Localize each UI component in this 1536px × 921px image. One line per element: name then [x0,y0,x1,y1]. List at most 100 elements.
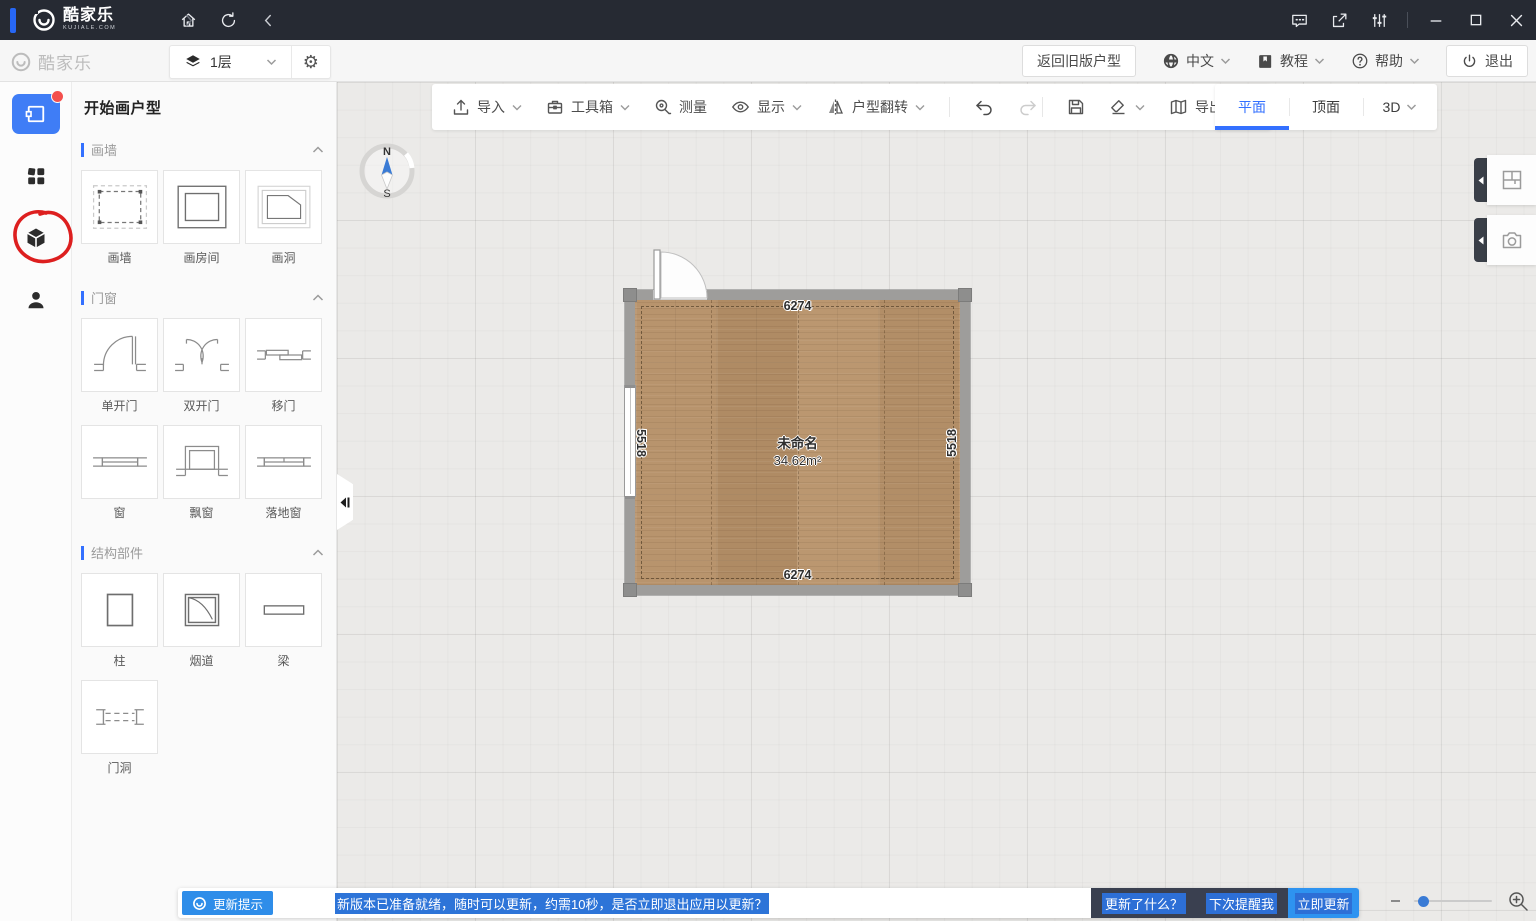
apps-icon [25,165,47,187]
floor-settings-button[interactable]: ⚙ [292,46,330,78]
settings-button[interactable] [1359,0,1399,40]
measure-button[interactable]: 测量 [654,97,707,117]
sidebar-item-3d-cube[interactable] [16,218,56,258]
tool-item-column[interactable]: 柱 [81,573,158,669]
wall-corner[interactable] [623,583,637,597]
flip-floorplan-button[interactable]: 户型翻转 [826,97,925,117]
sidebar-item-apps[interactable] [16,156,56,196]
tab-3d-view[interactable]: 3D [1363,84,1437,130]
nav-forward-button[interactable] [168,0,208,40]
section-header-doors-windows[interactable]: 门窗 [81,288,324,307]
update-now-button[interactable]: 立即更新 [1288,888,1359,918]
notification-message-area: 更新提示 新版本已准备就绪，随时可以更新，约需10秒，是否立即退出应用以更新？ [178,888,1091,918]
tool-item-bay-window[interactable]: 飘窗 [163,425,240,521]
nav-back-button[interactable] [248,0,288,40]
tab-plan-view[interactable]: 平面 [1215,84,1289,130]
feedback-button[interactable] [1279,0,1319,40]
flyout-collapse-tab[interactable] [1474,218,1487,262]
cube-3d-icon [24,226,48,250]
minimize-button[interactable] [1416,0,1456,40]
forward-icon [180,12,197,29]
active-tab-underline [1215,126,1289,130]
flyout-collapse-tab[interactable] [1474,158,1487,202]
tool-item-draw-wall[interactable]: 画墙 [81,170,158,266]
tutorial-menu[interactable]: 教程 [1257,51,1325,71]
tool-item-flue[interactable]: 烟道 [163,573,240,669]
room-name: 未命名 [625,432,970,452]
undo-icon [974,98,994,116]
update-badge-label: 更新提示 [213,894,263,913]
chevron-down-icon [1220,57,1231,65]
power-icon [1461,53,1478,70]
save-icon [1067,98,1085,116]
header-brand-text: 酷家乐 [38,49,92,74]
share-button[interactable] [1319,0,1359,40]
zoom-slider-handle[interactable] [1418,896,1429,907]
exit-button[interactable]: 退出 [1446,45,1528,77]
tool-item-sliding-door[interactable]: 移门 [245,318,322,414]
single-door[interactable] [649,241,711,303]
zoom-slider[interactable] [1414,900,1492,902]
measure-icon [654,98,672,116]
maximize-icon [1468,12,1484,28]
chevron-down-icon [512,104,522,111]
tool-item-label: 门洞 [81,759,158,776]
tab-label: 顶面 [1312,97,1340,117]
flue-icon [163,573,240,647]
logo-icon [192,896,207,911]
logo-icon [10,51,32,73]
sidebar-item-draw-floorplan[interactable] [12,94,60,134]
floor-selector[interactable]: 1层 [170,46,291,78]
layers-icon [184,53,202,71]
room-label[interactable]: 未命名 34.62m² [625,432,970,468]
back-to-old-version-label: 返回旧版户型 [1037,51,1121,71]
section-label: 画墙 [91,140,312,159]
snapshot-button[interactable] [1487,215,1536,265]
wall-corner[interactable] [958,583,972,597]
toolbar-separator [949,97,950,117]
view-tabbar: 平面 顶面 3D [1215,84,1437,130]
section-header-draw-wall[interactable]: 画墙 [81,140,324,159]
chevron-up-icon [312,294,324,302]
save-button[interactable] [1067,98,1085,116]
import-button[interactable]: 导入 [452,97,522,117]
chevron-down-icon [620,104,630,111]
floorplan[interactable]: 6274 6274 5518 5518 未命名 34.62m² [625,290,970,595]
remind-later-button[interactable]: 下次提醒我 [1206,893,1277,914]
notification-dot [51,90,64,103]
tool-item-window[interactable]: 窗 [81,425,158,521]
tool-item-label: 单开门 [81,397,158,414]
compass[interactable]: N S [358,142,416,200]
refresh-icon [219,11,238,30]
tool-item-draw-opening[interactable]: 画洞 [245,170,322,266]
canvas-toolbar: 导入 工具箱 测量 [432,84,1271,130]
zoom-out-button[interactable] [1391,900,1400,902]
toolbox-button[interactable]: 工具箱 [546,97,630,117]
canvas[interactable]: 导入 工具箱 测量 [337,82,1536,921]
tab-ceiling-view[interactable]: 顶面 [1289,84,1363,130]
close-button[interactable] [1496,0,1536,40]
help-menu[interactable]: 帮助 [1351,51,1420,71]
language-label: 中文 [1186,51,1214,71]
tool-item-floor-window[interactable]: 落地窗 [245,425,322,521]
section-label: 门窗 [91,288,312,307]
tool-item-door-opening[interactable]: 门洞 [81,680,158,776]
draw-tool-icon [25,104,47,124]
tool-item-double-door[interactable]: 双开门 [163,318,240,414]
tool-item-draw-room[interactable]: 画房间 [163,170,240,266]
zoom-in-icon[interactable] [1506,889,1530,913]
section-header-structure[interactable]: 结构部件 [81,543,324,562]
undo-button[interactable] [974,98,994,116]
refresh-button[interactable] [208,0,248,40]
floorplan-preview-button[interactable] [1487,155,1536,205]
back-to-old-version-button[interactable]: 返回旧版户型 [1022,45,1136,77]
whats-new-button[interactable]: 更新了什么？ [1102,893,1186,914]
tool-item-beam[interactable]: 梁 [245,573,322,669]
display-button[interactable]: 显示 [731,97,802,117]
eye-icon [731,98,750,116]
eraser-button[interactable] [1109,98,1145,116]
tool-item-single-door[interactable]: 单开门 [81,318,158,414]
sidebar-item-user[interactable] [16,280,56,320]
language-menu[interactable]: 中文 [1162,51,1231,71]
maximize-button[interactable] [1456,0,1496,40]
